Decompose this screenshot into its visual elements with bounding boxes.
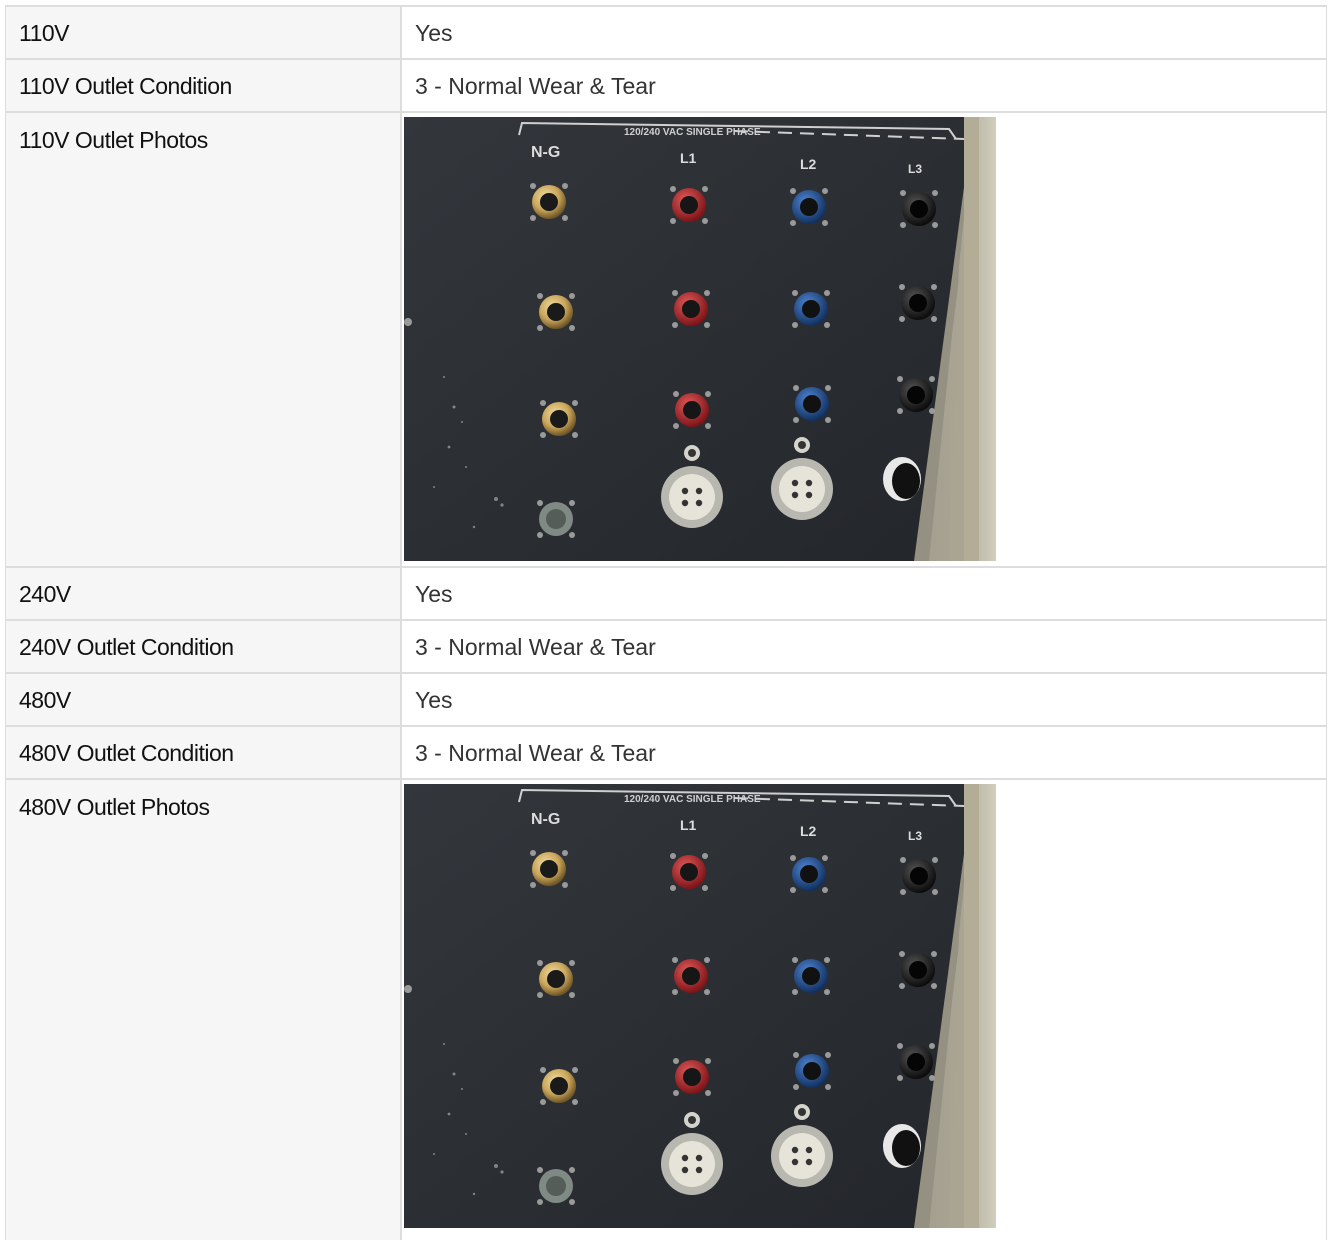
field-value: Yes [402,674,1327,725]
photo-cell [402,113,1327,566]
field-value: Yes [402,7,1327,58]
field-value: 3 - Normal Wear & Tear [402,621,1327,672]
field-value: 3 - Normal Wear & Tear [402,727,1327,778]
field-label: 480V Outlet Photos [6,780,402,1240]
outlet-panel-photo[interactable] [404,784,996,1228]
outlet-panel-photo[interactable] [404,117,996,561]
field-label: 110V [6,7,402,58]
table-row: 110V Outlet Condition 3 - Normal Wear & … [6,60,1327,113]
table-row: 110V Outlet Photos [6,113,1327,568]
field-value: Yes [402,568,1327,619]
field-value: 3 - Normal Wear & Tear [402,60,1327,111]
table-row: 240V Outlet Condition 3 - Normal Wear & … [6,621,1327,674]
table-row: 480V Outlet Condition 3 - Normal Wear & … [6,727,1327,780]
field-label: 240V Outlet Condition [6,621,402,672]
field-label: 480V [6,674,402,725]
outlet-details-table: 110V Yes 110V Outlet Condition 3 - Norma… [5,5,1327,1240]
field-label: 110V Outlet Photos [6,113,402,566]
field-label: 240V [6,568,402,619]
table-row: 480V Yes [6,674,1327,727]
table-row: 110V Yes [6,7,1327,60]
photo-cell [402,780,1327,1240]
table-row: 480V Outlet Photos [6,780,1327,1240]
field-label: 480V Outlet Condition [6,727,402,778]
table-row: 240V Yes [6,568,1327,621]
field-label: 110V Outlet Condition [6,60,402,111]
